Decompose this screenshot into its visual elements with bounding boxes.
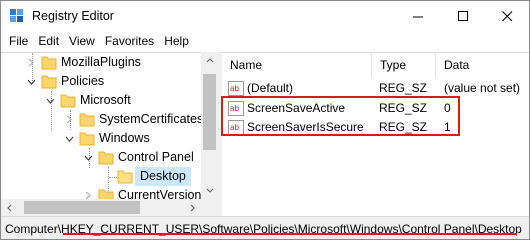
title-bar[interactable]: Registry Editor bbox=[1, 1, 529, 31]
registry-editor-window: Registry Editor File Edit View Favorites… bbox=[0, 0, 530, 240]
svg-text:ab: ab bbox=[230, 84, 239, 93]
maximize-icon bbox=[457, 10, 468, 21]
tree-vertical-scrollbar[interactable] bbox=[201, 52, 218, 199]
scroll-down-icon[interactable] bbox=[201, 182, 218, 199]
tree-horizontal-scrollbar[interactable] bbox=[1, 199, 201, 216]
chevron-right-icon[interactable] bbox=[26, 53, 36, 72]
scrollbar-thumb[interactable] bbox=[203, 74, 216, 150]
chevron-right-icon[interactable] bbox=[64, 110, 74, 129]
scroll-up-icon[interactable] bbox=[201, 52, 218, 69]
tree-item-label: SystemCertificates bbox=[99, 112, 204, 126]
column-header-name[interactable]: Name bbox=[222, 53, 372, 77]
tree-item-microsoft[interactable]: Microsoft bbox=[1, 91, 201, 110]
column-header-data[interactable]: Data bbox=[436, 53, 529, 77]
tree-item-windows[interactable]: Windows bbox=[1, 129, 201, 148]
chevron-down-icon[interactable] bbox=[45, 91, 55, 110]
tree-item-label: MozillaPlugins bbox=[61, 55, 141, 69]
scrollbar-thumb[interactable] bbox=[24, 201, 140, 214]
folder-icon bbox=[98, 151, 114, 165]
tree-item-mozillaplugins[interactable]: MozillaPlugins bbox=[1, 53, 201, 72]
tree-item-label: Policies bbox=[61, 74, 105, 88]
close-button[interactable] bbox=[485, 1, 529, 31]
tree-item-desktop[interactable]: Desktop bbox=[1, 167, 201, 186]
scroll-left-icon[interactable] bbox=[1, 199, 18, 216]
tree-item-policies[interactable]: Policies bbox=[1, 72, 201, 91]
menu-file[interactable]: File bbox=[4, 31, 33, 51]
folder-icon bbox=[41, 75, 57, 89]
folder-icon bbox=[79, 132, 95, 146]
folder-icon bbox=[60, 94, 76, 108]
tree-item-label: Windows bbox=[99, 131, 150, 145]
tree-item-label: Microsoft bbox=[80, 93, 131, 107]
scroll-right-icon[interactable] bbox=[184, 199, 201, 216]
tree-item-systemcertificates[interactable]: SystemCertificates bbox=[1, 110, 203, 129]
menu-favorites[interactable]: Favorites bbox=[100, 31, 159, 51]
menu-bar: File Edit View Favorites Help bbox=[1, 31, 529, 51]
close-icon bbox=[501, 10, 512, 21]
path-underline-annotation bbox=[63, 233, 517, 235]
menu-view[interactable]: View bbox=[64, 31, 100, 51]
registry-editor-icon bbox=[10, 9, 23, 22]
minimize-icon bbox=[412, 16, 423, 17]
maximize-button[interactable] bbox=[441, 1, 485, 31]
tree-item-control-panel[interactable]: Control Panel bbox=[1, 148, 201, 167]
chevron-down-icon[interactable] bbox=[83, 148, 93, 167]
folder-icon bbox=[41, 56, 57, 70]
registry-key-tree[interactable]: MozillaPlugins Policies Microsoft System… bbox=[1, 52, 218, 216]
column-header-type[interactable]: Type bbox=[372, 53, 436, 77]
tree-item-label: Desktop bbox=[135, 167, 191, 186]
minimize-button[interactable] bbox=[396, 1, 440, 31]
menu-help[interactable]: Help bbox=[159, 31, 194, 51]
chevron-down-icon[interactable] bbox=[64, 129, 74, 148]
menu-edit[interactable]: Edit bbox=[33, 31, 64, 51]
tree-item-label: Control Panel bbox=[118, 150, 194, 164]
chevron-down-icon[interactable] bbox=[26, 72, 36, 91]
window-title: Registry Editor bbox=[32, 9, 114, 23]
folder-icon bbox=[79, 113, 95, 127]
open-folder-icon bbox=[117, 170, 133, 184]
string-value-icon: ab bbox=[228, 81, 244, 96]
status-bar: Computer\HKEY_CURRENT_USER\Software\Poli… bbox=[1, 216, 529, 239]
highlight-annotation-box bbox=[221, 96, 460, 136]
scrollbar-corner bbox=[201, 199, 218, 216]
